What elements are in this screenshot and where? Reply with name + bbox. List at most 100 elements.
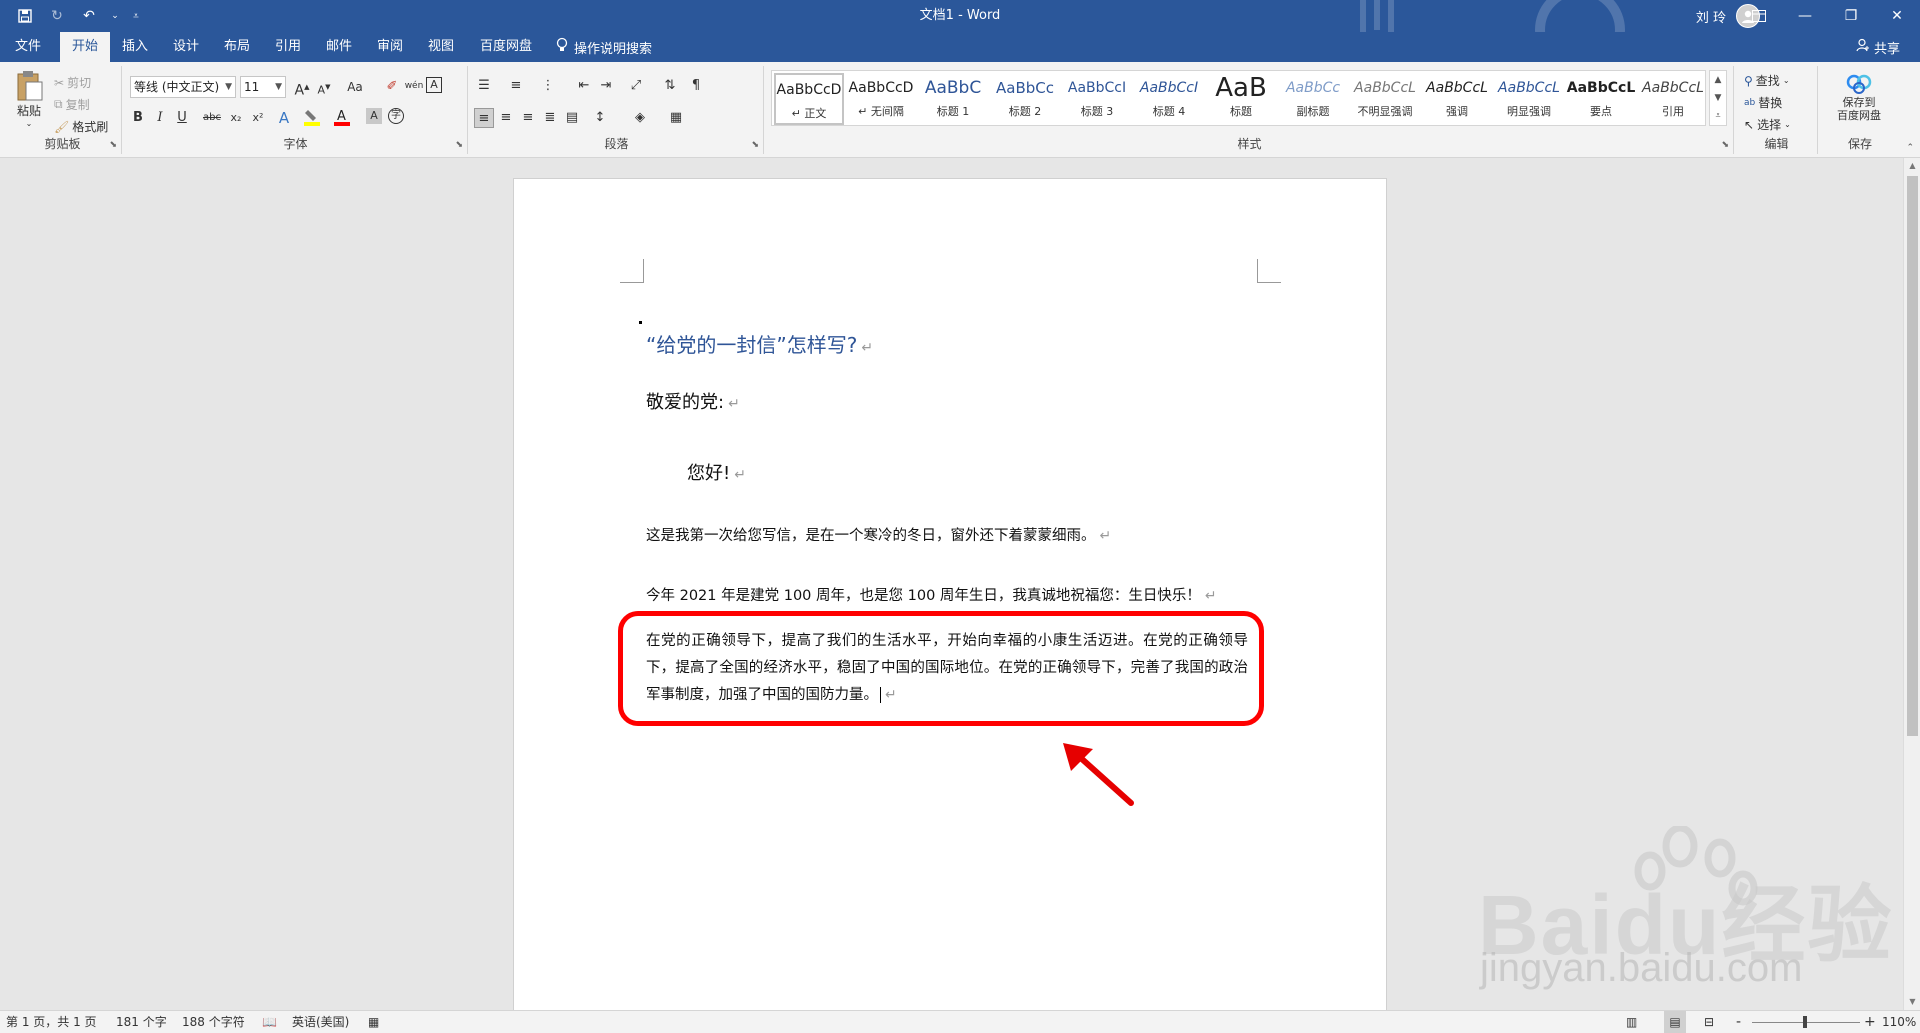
dialog-launcher-icon[interactable]: ⬊ [109,140,117,150]
vertical-scrollbar[interactable]: ▲ ▼ [1903,158,1920,1010]
more-icon[interactable]: ⩡ [1715,111,1720,121]
strikethrough-icon[interactable]: abc [200,108,224,128]
scrollbar-thumb[interactable] [1907,176,1918,736]
superscript-icon[interactable]: x² [248,108,268,128]
bold-icon[interactable]: B [128,108,148,128]
tell-me-search[interactable]: 操作说明搜索 [556,32,652,62]
distributed-icon[interactable]: ▤ [562,108,582,128]
style-name: 标题 2 [1008,105,1042,118]
tab-view[interactable]: 视图 [421,32,461,62]
ribbon-display-icon[interactable] [1736,0,1782,32]
character-border-icon[interactable]: A [426,77,442,93]
print-layout-icon[interactable]: ▤ [1664,1011,1686,1033]
tab-baidu-netdisk[interactable]: 百度网盘 [472,32,540,62]
paste-button[interactable]: 粘贴 ⌄ [14,70,44,128]
proofing-icon[interactable]: 📖 [262,1011,277,1033]
style-heading-3[interactable]: AaBbCcI 标题 3 [1062,73,1132,125]
zoom-out-button[interactable]: - [1736,1011,1741,1033]
dialog-launcher-icon[interactable]: ⬊ [751,140,759,150]
minimize-icon[interactable]: — [1782,0,1828,32]
sort-icon[interactable]: ⇅ [660,76,680,96]
style-strong[interactable]: AaBbCcL 要点 [1566,73,1636,125]
format-painter-button[interactable]: 🖌 格式刷 [54,118,108,135]
style-subtitle[interactable]: AaBbCc 副标题 [1278,73,1348,125]
restore-icon[interactable]: ❐ [1828,0,1874,32]
phonetic-guide-icon[interactable]: wén [404,76,424,96]
tab-references[interactable]: 引用 [268,32,308,62]
decrease-indent-icon[interactable]: ⇤ [574,76,594,96]
close-icon[interactable]: ✕ [1874,0,1920,32]
language[interactable]: 英语(美国) [292,1011,349,1033]
tab-file[interactable]: 文件 [8,32,48,62]
dialog-launcher-icon[interactable]: ⬊ [455,140,463,150]
web-layout-icon[interactable]: ⊟ [1704,1011,1714,1033]
font-name-combo[interactable]: 等线 (中文正文) ▼ [130,76,236,98]
multilevel-list-icon[interactable]: ⋮ [538,76,558,96]
font-size-combo[interactable]: 11 ▼ [240,76,286,98]
scroll-up-icon[interactable]: ▲ [1904,158,1920,174]
zoom-slider-knob[interactable] [1803,1016,1807,1028]
document-page[interactable]: “给党的一封信”怎样写? ↵ 敬爱的党: ↵ 您好! ↵ 这是我第一次给您写信，是在一… [513,178,1387,1012]
shrink-font-icon[interactable]: A▼ [314,77,334,97]
share-button[interactable]: 共享 [1856,32,1900,62]
bullets-icon[interactable]: ☰ [474,76,494,96]
style-title[interactable]: AaB 标题 [1206,73,1276,125]
increase-indent-icon[interactable]: ⇥ [596,76,616,96]
italic-icon[interactable]: I [150,108,170,128]
tab-insert[interactable]: 插入 [115,32,155,62]
chinese-layout-icon[interactable]: ⤢ [626,76,646,96]
align-center-icon[interactable]: ≡ [496,108,516,128]
grow-font-icon[interactable]: A▲ [292,77,312,99]
show-marks-icon[interactable]: ¶ [686,76,706,96]
tab-design[interactable]: 设计 [166,32,206,62]
text-effects-icon[interactable]: A [274,108,294,128]
macro-icon[interactable]: ▦ [368,1011,379,1033]
style-heading-1[interactable]: AaBbC 标题 1 [918,73,988,125]
tab-home[interactable]: 开始 [60,32,110,62]
tab-mailings[interactable]: 邮件 [319,32,359,62]
style-subtle-emphasis[interactable]: AaBbCcL 不明显强调 [1350,73,1420,125]
replace-button[interactable]: ab 替换 [1744,94,1782,111]
justify-icon[interactable]: ≣ [540,108,560,128]
style-normal[interactable]: AaBbCcD ↵ 正文 [774,73,844,125]
chevron-up-icon[interactable]: ▲ [1715,75,1722,85]
copy-button[interactable]: ⧉ 复制 [54,96,90,113]
select-button[interactable]: ↖ 选择 ⌄ [1744,116,1791,133]
cut-button[interactable]: ✂ 剪切 [54,74,91,91]
align-left-icon[interactable]: ≡ [474,108,494,128]
scroll-down-icon[interactable]: ▼ [1904,994,1920,1010]
style-heading-2[interactable]: AaBbCc 标题 2 [990,73,1060,125]
highlight-color-icon[interactable] [302,108,322,128]
numbering-icon[interactable]: ≡ [506,76,526,96]
char-count[interactable]: 188 个字符 [182,1011,245,1033]
underline-icon[interactable]: U [172,108,192,128]
change-case-icon[interactable]: Aa [342,77,368,97]
word-count[interactable]: 181 个字 [116,1011,167,1033]
save-to-baidu-button[interactable]: 保存到 百度网盘 [1826,70,1892,122]
style-heading-4[interactable]: AaBbCcI 标题 4 [1134,73,1204,125]
find-button[interactable]: ⚲ 查找 ⌄ [1744,72,1790,89]
read-mode-icon[interactable]: ▥ [1626,1011,1637,1033]
page-count[interactable]: 第 1 页，共 1 页 [6,1011,97,1033]
style-quote[interactable]: AaBbCcL 引用 [1638,73,1708,125]
align-right-icon[interactable]: ≡ [518,108,538,128]
character-shading-icon[interactable]: A [366,108,382,124]
chevron-down-icon[interactable]: ▼ [1715,93,1722,103]
dialog-launcher-icon[interactable]: ⬊ [1721,140,1729,150]
style-intense-emphasis[interactable]: AaBbCcL 明显强调 [1494,73,1564,125]
tab-layout[interactable]: 布局 [217,32,257,62]
style-emphasis[interactable]: AaBbCcL 强调 [1422,73,1492,125]
shading-icon[interactable]: ◈ [630,108,650,128]
style-no-spacing[interactable]: AaBbCcD ↵ 无间隔 [846,73,916,125]
collapse-ribbon-icon[interactable]: ⌃ [1906,143,1914,153]
paragraph-group-label: 段落 [604,137,629,151]
line-spacing-icon[interactable]: ↕ [590,108,610,128]
enclose-characters-icon[interactable]: 字 [388,108,404,124]
zoom-level[interactable]: 110% [1882,1011,1916,1033]
tab-review[interactable]: 审阅 [370,32,410,62]
clear-formatting-icon[interactable]: ✐ [382,77,402,97]
subscript-icon[interactable]: x₂ [226,108,246,128]
borders-icon[interactable]: ▦ [666,108,686,128]
font-color-icon[interactable]: A [332,108,352,128]
zoom-in-button[interactable]: + [1864,1011,1876,1033]
